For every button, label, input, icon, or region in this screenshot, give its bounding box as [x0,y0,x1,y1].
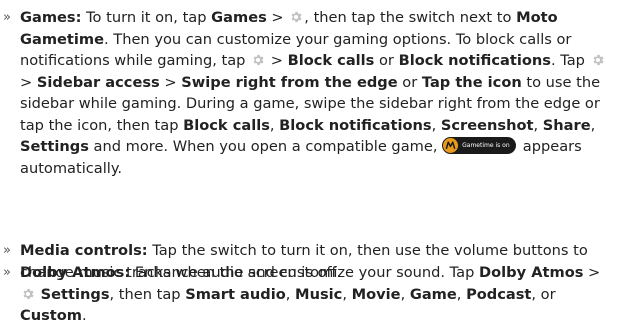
term-sidebar-access: Sidebar access [36,73,160,91]
term-podcast: Podcast [466,285,532,303]
list-item-games: » Games: To turn it on, tap Games > , th… [0,7,614,179]
motorola-logo-icon [443,138,459,153]
term-share: Share [542,116,591,134]
term-movie: Movie [351,285,401,303]
term-label-games: Games: [20,9,82,26]
term-settings: Settings [20,138,89,155]
term-block-notifications: Block notifications [279,116,432,134]
dolby-atmos-paragraph: Dolby Atmos: Enhance audio and customize… [20,264,601,324]
term-settings: Settings [40,285,110,303]
term-music: Music [295,285,343,303]
bullet-marker: » [3,243,11,258]
term-custom: Custom [20,307,82,324]
term-games: Games [211,9,267,26]
bullet-marker: » [3,10,11,25]
gametime-pill: Gametime is on [442,137,517,154]
term-screenshot: Screenshot [440,116,534,134]
term-block-calls: Block calls [183,116,270,134]
term-tap-icon: Tap the icon [421,73,522,91]
games-paragraph: Games: To turn it on, tap Games > , then… [20,7,614,179]
term-swipe-right: Swipe right from the edge [181,73,398,91]
term-block-notifications: Block notifications [398,52,551,69]
list-item-dolby-atmos: » Dolby Atmos: Enhance audio and customi… [0,262,614,327]
term-label-dolby-atmos: Dolby Atmos: [20,264,131,281]
gear-icon [21,286,35,300]
gear-icon [251,52,265,66]
term-label-media-controls: Media controls: [20,242,148,259]
term-smart-audio: Smart audio [185,285,286,303]
gametime-pill-label: Gametime is on [462,142,510,149]
gear-icon [289,9,303,23]
term-block-calls: Block calls [287,52,375,69]
term-game: Game [409,285,457,303]
bullet-marker: » [3,265,11,280]
term-dolby-atmos: Dolby Atmos [479,264,584,281]
gear-icon [591,52,605,66]
